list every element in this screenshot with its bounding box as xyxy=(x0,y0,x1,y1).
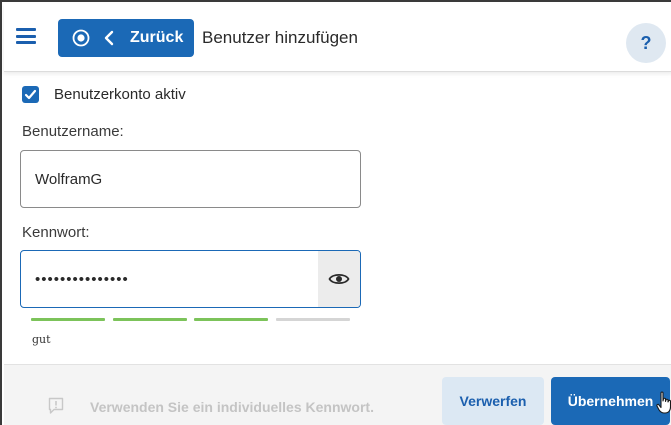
info-icon xyxy=(48,397,64,414)
password-field xyxy=(20,250,361,308)
strength-segment xyxy=(194,318,268,321)
back-button-label: Zurück xyxy=(130,29,184,46)
strength-segment xyxy=(113,318,187,321)
account-active-checkbox[interactable] xyxy=(22,86,39,103)
username-label: Benutzername: xyxy=(22,123,124,140)
dialog-footer: Verwenden Sie ein individuelles Kennwort… xyxy=(4,364,671,425)
account-active-label: Benutzerkonto aktiv xyxy=(54,86,186,103)
help-button[interactable]: ? xyxy=(626,23,666,63)
back-button[interactable]: Zurück xyxy=(58,19,194,57)
app-header: Zurück Benutzer hinzufügen ? xyxy=(4,4,671,72)
eye-icon xyxy=(328,273,350,285)
target-icon xyxy=(72,29,90,47)
show-password-button[interactable] xyxy=(318,251,360,307)
app-window: Zurück Benutzer hinzufügen ? Benutzerkon… xyxy=(0,0,671,425)
page-title: Benutzer hinzufügen xyxy=(202,28,358,47)
strength-label: gut xyxy=(32,333,51,346)
checkmark-icon xyxy=(24,89,37,100)
password-input[interactable] xyxy=(21,251,319,307)
password-label: Kennwort: xyxy=(22,224,90,241)
strength-segment xyxy=(31,318,105,321)
hand-pointer-icon xyxy=(656,391,671,414)
strength-segment xyxy=(276,318,350,321)
apply-button[interactable]: Übernehmen xyxy=(551,377,670,425)
menu-icon[interactable] xyxy=(16,28,36,44)
footer-hint: Verwenden Sie ein individuelles Kennwort… xyxy=(90,399,374,415)
chevron-left-icon xyxy=(104,30,114,46)
discard-button[interactable]: Verwerfen xyxy=(442,377,544,425)
username-input[interactable] xyxy=(20,150,361,208)
